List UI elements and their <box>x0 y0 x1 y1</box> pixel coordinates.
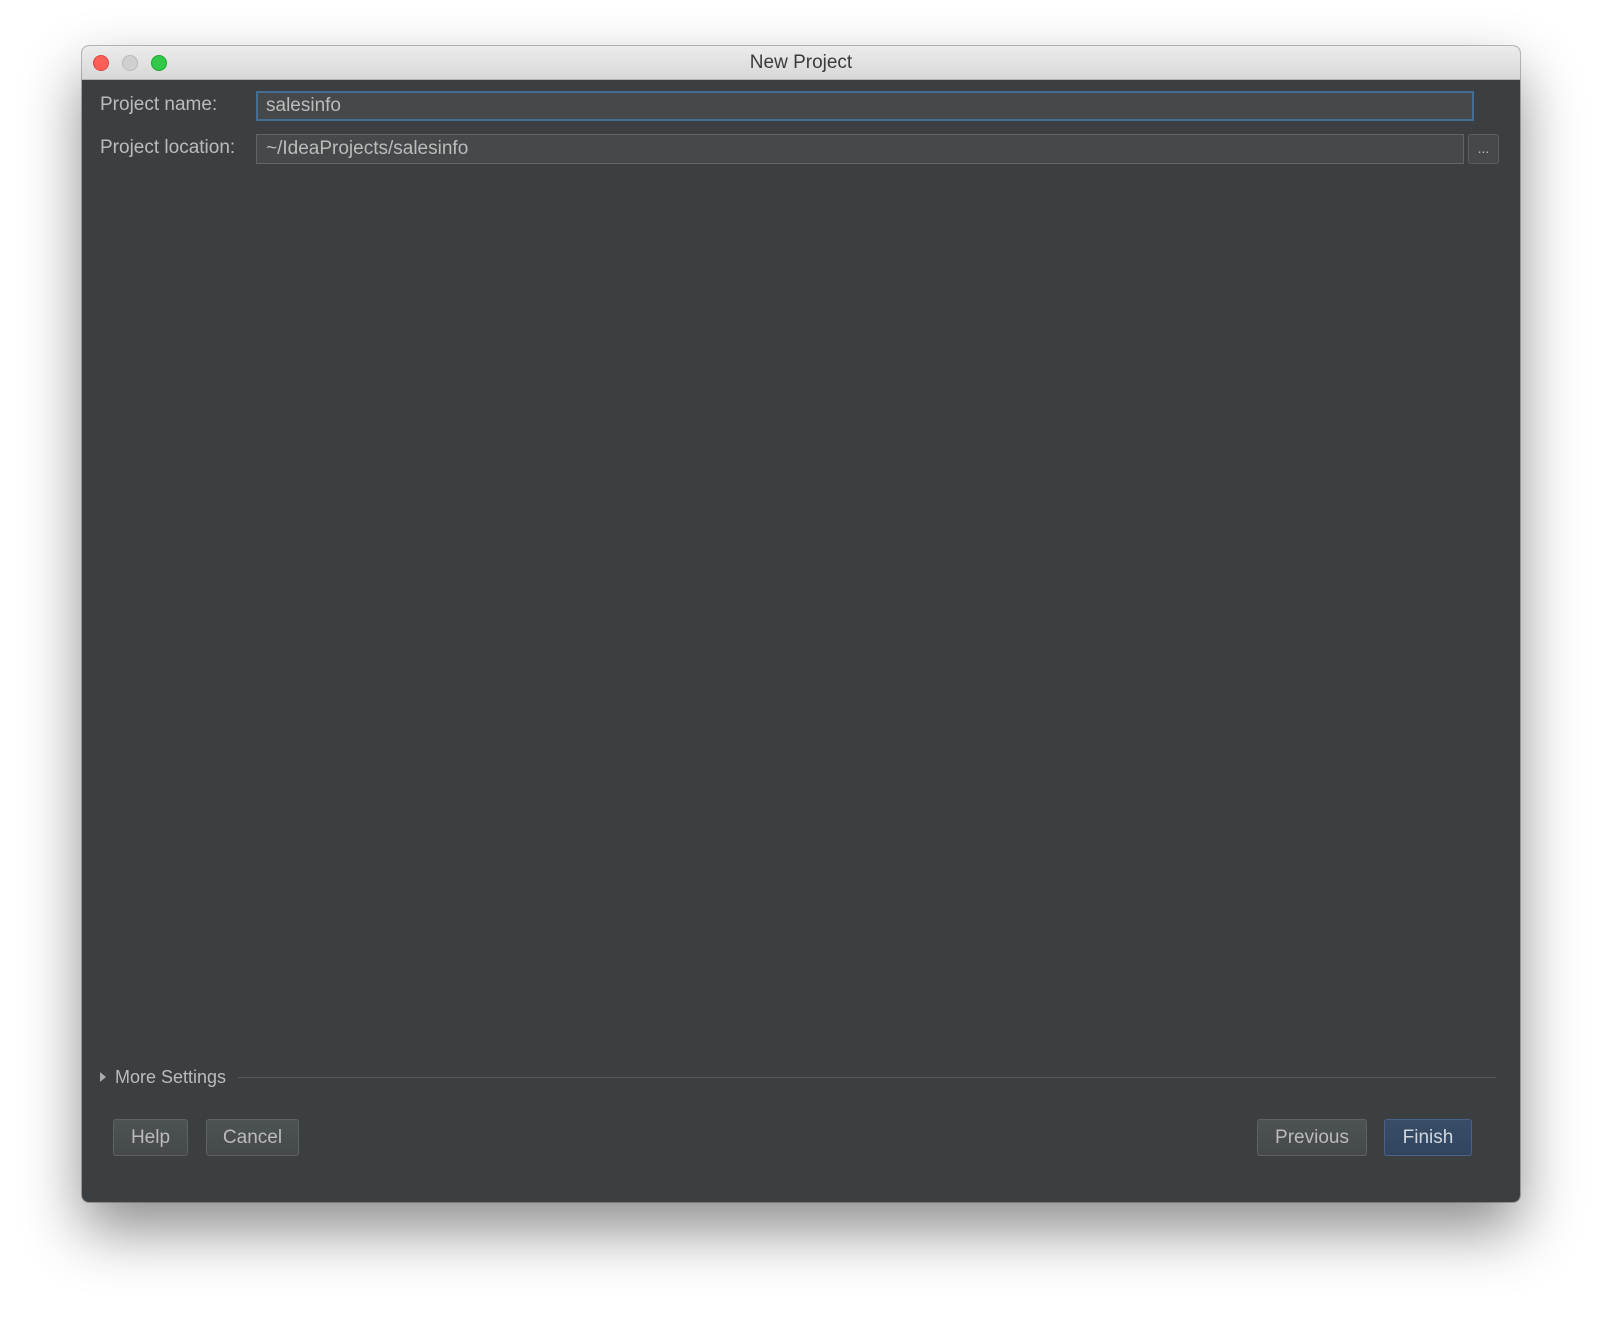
project-name-input[interactable]: salesinfo <box>256 91 1474 121</box>
title-bar[interactable]: New Project <box>82 46 1520 80</box>
expand-arrow-icon <box>100 1072 106 1082</box>
project-location-input[interactable]: ~/IdeaProjects/salesinfo <box>256 134 1464 164</box>
previous-button[interactable]: Previous <box>1257 1119 1367 1156</box>
more-settings-label: More Settings <box>115 1066 227 1087</box>
project-name-label: Project name: <box>100 94 218 115</box>
new-project-dialog: New Project Project name: salesinfo Proj… <box>82 46 1520 1202</box>
finish-button[interactable]: Finish <box>1384 1119 1472 1156</box>
more-settings-divider <box>238 1077 1496 1078</box>
window-title: New Project <box>749 52 853 73</box>
project-location-label: Project location: <box>100 137 236 158</box>
more-settings-toggle[interactable]: More Settings <box>98 1066 226 1088</box>
browse-location-button[interactable]: ... <box>1468 134 1499 164</box>
help-button[interactable]: Help <box>113 1119 188 1156</box>
cancel-button[interactable]: Cancel <box>206 1119 299 1156</box>
